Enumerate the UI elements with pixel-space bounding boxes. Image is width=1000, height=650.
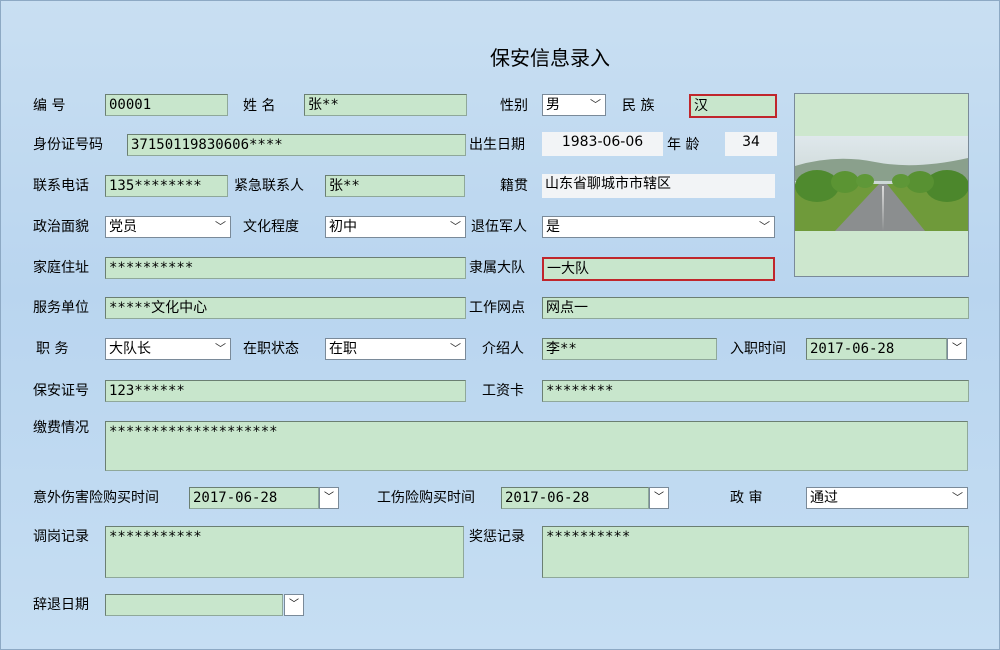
emergency-contact-field[interactable]: 张** (325, 175, 465, 197)
label-dismissal: 辞退日期 (33, 597, 89, 613)
address-field[interactable]: ********** (105, 257, 466, 279)
status-select[interactable]: 在职 ﹀ (325, 338, 466, 360)
gender-select[interactable]: 男 ﹀ (542, 94, 606, 116)
chevron-down-icon: ﹀ (952, 491, 963, 504)
guard-cert-field[interactable]: 123****** (105, 380, 466, 402)
label-native-place: 籍贯 (500, 178, 528, 194)
page-title: 保安信息录入 (490, 46, 610, 70)
introducer-field[interactable]: 李** (542, 338, 717, 360)
photo-image (795, 136, 968, 231)
label-political: 政治面貌 (33, 219, 89, 235)
label-id: 编 号 (33, 98, 66, 114)
label-position: 职 务 (36, 341, 69, 357)
payment-textarea[interactable]: ******************** (105, 421, 968, 471)
label-employer: 服务单位 (33, 300, 89, 316)
label-birth-date: 出生日期 (469, 137, 525, 153)
label-id-card: 身份证号码 (33, 137, 103, 153)
native-place-field[interactable]: 山东省聊城市市辖区 (542, 174, 775, 198)
name-field[interactable]: 张** (304, 94, 467, 116)
label-ethnicity: 民 族 (622, 98, 655, 114)
chevron-down-icon: ﹀ (590, 98, 601, 111)
label-payment: 缴费情况 (33, 420, 89, 436)
label-introducer: 介绍人 (482, 341, 524, 357)
education-value: 初中 (329, 219, 357, 235)
veteran-value: 是 (546, 219, 560, 235)
chevron-down-icon: ﹀ (450, 220, 461, 233)
employer-field[interactable]: *****文化中心 (105, 297, 466, 319)
label-education: 文化程度 (243, 219, 299, 235)
label-brigade: 隶属大队 (469, 260, 525, 276)
label-gender: 性别 (500, 98, 528, 114)
accident-insurance-date-field[interactable]: 2017-06-28 (189, 487, 319, 509)
education-select[interactable]: 初中 ﹀ (325, 216, 466, 238)
label-salary-card: 工资卡 (482, 383, 524, 399)
label-address: 家庭住址 (33, 260, 89, 276)
chevron-down-icon: ﹀ (215, 342, 226, 355)
birth-date-field[interactable]: 1983-06-06 (542, 132, 663, 156)
date-spin-icon[interactable]: ﹀ (649, 487, 669, 509)
label-transfer: 调岗记录 (33, 529, 89, 545)
label-emergency-contact: 紧急联系人 (234, 178, 304, 194)
label-phone: 联系电话 (33, 178, 89, 194)
photo-frame[interactable] (794, 93, 969, 277)
status-value: 在职 (329, 341, 357, 357)
label-age: 年 龄 (667, 137, 700, 153)
position-select[interactable]: 大队长 ﹀ (105, 338, 231, 360)
veteran-select[interactable]: 是 ﹀ (542, 216, 775, 238)
ethnicity-field[interactable]: 汉 (689, 94, 777, 118)
chevron-down-icon: ﹀ (215, 220, 226, 233)
label-rewards: 奖惩记录 (469, 529, 525, 545)
label-injury-insurance: 工伤险购买时间 (377, 490, 475, 506)
chevron-down-icon: ﹀ (759, 220, 770, 233)
gender-value: 男 (546, 97, 560, 113)
label-veteran: 退伍军人 (471, 219, 527, 235)
chevron-down-icon: ﹀ (450, 342, 461, 355)
label-site: 工作网点 (469, 300, 525, 316)
id-card-field[interactable]: 37150119830606**** (127, 134, 466, 156)
label-accident-insurance: 意外伤害险购买时间 (33, 490, 159, 506)
id-field[interactable]: 00001 (105, 94, 228, 116)
review-value: 通过 (810, 490, 838, 506)
label-status: 在职状态 (243, 341, 299, 357)
label-hire-date: 入职时间 (730, 341, 786, 357)
label-review: 政 审 (730, 490, 763, 506)
hire-date-field[interactable]: 2017-06-28 (806, 338, 947, 360)
transfer-textarea[interactable]: *********** (105, 526, 464, 578)
brigade-field[interactable]: 一大队 (542, 257, 775, 281)
date-spin-icon[interactable]: ﹀ (947, 338, 967, 360)
salary-card-field[interactable]: ******** (542, 380, 969, 402)
position-value: 大队长 (109, 341, 151, 357)
site-field[interactable]: 网点一 (542, 297, 969, 319)
political-select[interactable]: 党员 ﹀ (105, 216, 231, 238)
dismissal-date-field[interactable] (105, 594, 283, 616)
label-name: 姓 名 (243, 98, 276, 114)
label-guard-cert: 保安证号 (33, 383, 89, 399)
phone-field[interactable]: 135******** (105, 175, 228, 197)
rewards-textarea[interactable]: ********** (542, 526, 969, 578)
review-select[interactable]: 通过 ﹀ (806, 487, 968, 509)
date-spin-icon[interactable]: ﹀ (284, 594, 304, 616)
injury-insurance-date-field[interactable]: 2017-06-28 (501, 487, 649, 509)
date-spin-icon[interactable]: ﹀ (319, 487, 339, 509)
age-field[interactable]: 34 (725, 132, 777, 156)
political-value: 党员 (109, 219, 137, 235)
